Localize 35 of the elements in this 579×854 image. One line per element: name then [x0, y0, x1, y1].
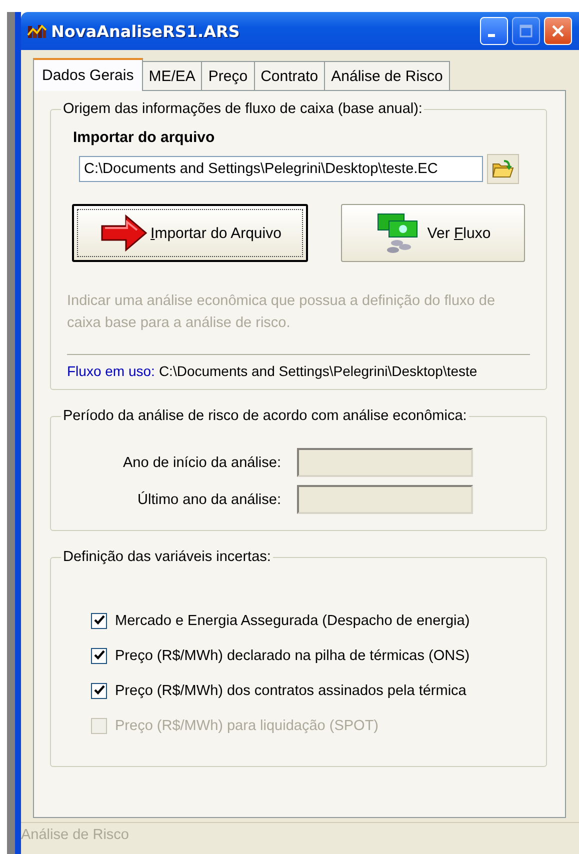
- minimize-button[interactable]: [480, 17, 508, 45]
- tab[interactable]: Dados Gerais: [33, 58, 143, 91]
- group-legend: Origem das informações de fluxo de caixa (base anual):: [61, 101, 424, 117]
- field-label: Último ano da análise:: [136, 492, 282, 508]
- group-legend: Período da análise de risco de acordo com análise econômica:: [61, 408, 469, 424]
- checkbox[interactable]: [91, 648, 107, 664]
- checkbox-label: Mercado e Energia Assegurada (Despacho de energia): [115, 612, 470, 628]
- import-button[interactable]: Importar do Arquivo: [72, 204, 308, 262]
- minimize-icon: [488, 34, 494, 37]
- section-heading: Importar do arquivo: [73, 129, 216, 146]
- close-icon: [551, 24, 565, 38]
- tab[interactable]: Análise de Risco: [324, 61, 450, 90]
- maximize-icon: [519, 24, 533, 38]
- tab[interactable]: Preço: [201, 61, 255, 90]
- checkbox[interactable]: [91, 682, 107, 698]
- checkbox-label: Preço (R$/MWh) para liquidação (SPOT): [115, 718, 378, 734]
- tab[interactable]: Contrato: [254, 61, 326, 90]
- checkbox[interactable]: [91, 612, 107, 628]
- folder-icon: [492, 159, 514, 179]
- window-title: NovaAnaliseRS1.ARS: [51, 22, 240, 40]
- checkbox-label: Preço (R$/MWh) declarado na pilha de térmicas (ONS): [115, 648, 470, 664]
- file-path-field[interactable]: C:\Documents and Settings\Pelegrini\Desktop\teste.EC: [79, 156, 483, 182]
- flow-label: Fluxo em uso:: [67, 363, 155, 379]
- group-legend: Definição das variáveis incertas:: [61, 549, 273, 565]
- view-flow-button[interactable]: Ver Fluxo: [341, 204, 525, 262]
- chart-icon: [27, 23, 47, 39]
- field-label: Ano de início da análise:: [122, 454, 282, 470]
- flow-path: C:\Documents and Settings\Pelegrini\Desktop\teste: [158, 363, 478, 379]
- close-button[interactable]: [544, 17, 572, 45]
- tab[interactable]: ME/EA: [142, 61, 202, 90]
- status-text: Análise de Risco: [21, 827, 129, 843]
- checkbox-label: Preço (R$/MWh) dos contratos assinados pela térmica: [115, 682, 466, 698]
- arrow-icon: [98, 213, 149, 253]
- open-folder-button[interactable]: [487, 154, 519, 184]
- hint-text: Indicar uma análise econômica que possua a definição do fluxo de caixa base para a análise de risco.: [67, 292, 496, 333]
